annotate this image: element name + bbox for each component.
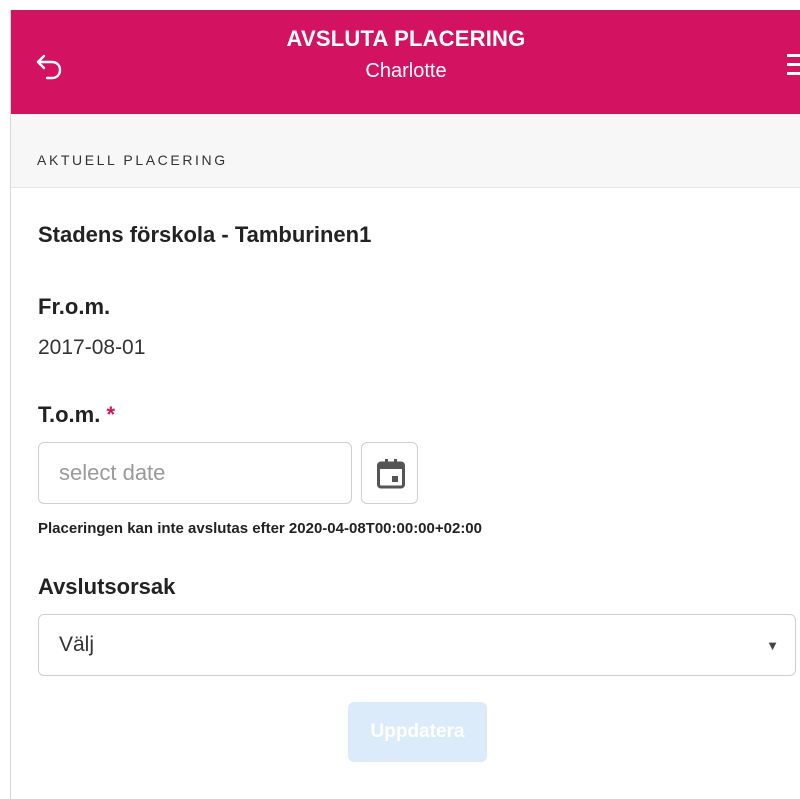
section-header: AKTUELL PLACERING (11, 114, 800, 188)
dropdown-caret-icon: ▼ (766, 638, 779, 653)
to-label-wrapper: T.o.m. * (38, 402, 115, 428)
section-label: AKTUELL PLACERING (37, 152, 228, 168)
header-bar: AVSLUTA PLACERING Charlotte (11, 10, 800, 114)
app-frame: AVSLUTA PLACERING Charlotte AKTUELL PLAC… (10, 10, 800, 799)
from-label: Fr.o.m. (38, 294, 111, 319)
reason-selected-value: Välj (59, 633, 95, 656)
calendar-button[interactable] (361, 442, 418, 504)
reason-select[interactable]: Välj ▼ (38, 614, 796, 676)
calendar-icon (377, 459, 405, 489)
child-name: Charlotte (365, 60, 447, 82)
to-label: T.o.m. (38, 402, 101, 427)
update-button[interactable]: Uppdatera (348, 702, 487, 762)
required-marker: * (106, 402, 116, 427)
menu-button[interactable] (787, 50, 800, 80)
end-date-input[interactable] (38, 442, 352, 504)
from-value: 2017-08-01 (38, 336, 146, 359)
unit-name: Stadens förskola - Tamburinen1 (38, 222, 372, 247)
reason-label: Avslutsorsak (38, 574, 176, 599)
page-title: AVSLUTA PLACERING (286, 26, 526, 51)
end-date-hint: Placeringen kan inte avslutas efter 2020… (38, 520, 482, 537)
